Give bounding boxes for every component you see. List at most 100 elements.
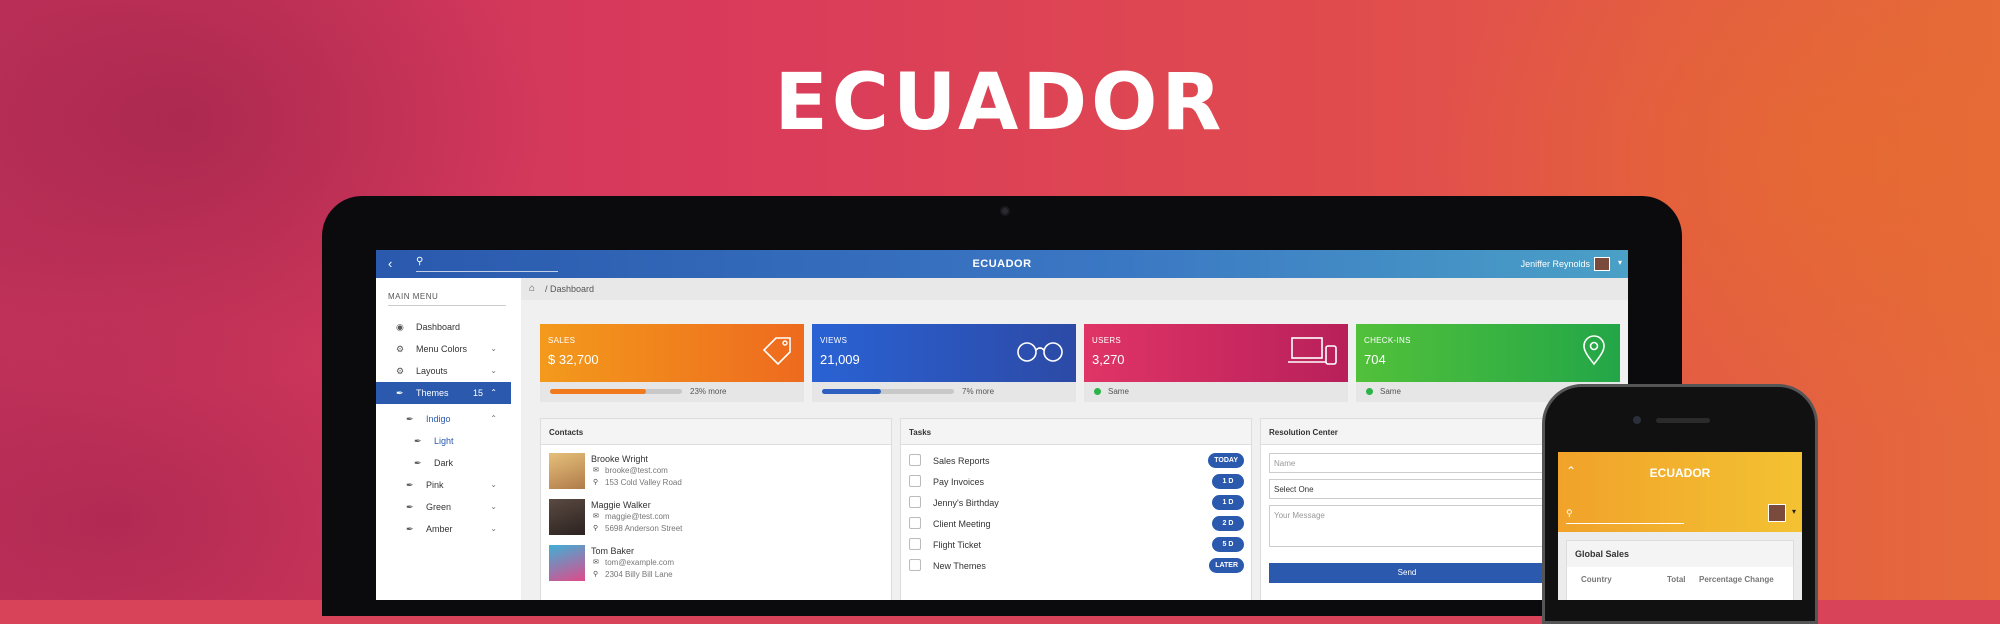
task-item[interactable]: New Themes LATER xyxy=(909,556,1244,576)
devices-icon xyxy=(1288,337,1337,365)
sidebar-item-pink[interactable]: ✒ Pink ⌄ xyxy=(376,474,511,496)
task-checkbox[interactable] xyxy=(909,496,921,508)
breadcrumb: ⌂ / Dashboard xyxy=(521,278,1628,300)
contact-email: brooke@test.com xyxy=(605,466,668,475)
task-checkbox[interactable] xyxy=(909,538,921,550)
map-pin-icon: ⚲ xyxy=(593,525,599,532)
stat-card-views: VIEWS 21,009 xyxy=(812,324,1076,382)
task-badge: LATER xyxy=(1209,558,1244,573)
brush-icon: ✒ xyxy=(406,502,414,512)
task-badge: 1 D xyxy=(1212,474,1244,489)
mail-icon: ✉ xyxy=(593,467,599,474)
sidebar-item-label: Pink xyxy=(426,480,444,490)
contact-name: Tom Baker xyxy=(591,546,635,556)
phone-screen: ⌃ ECUADOR ⚲ ▾ Global Sales Country Total… xyxy=(1558,452,1802,600)
contact-address: 2304 Billy Bill Lane xyxy=(605,570,673,579)
dashboard-icon: ◉ xyxy=(396,322,404,332)
stat-footer-users: Same xyxy=(1084,382,1348,402)
sidebar-item-label: Dark xyxy=(434,458,454,468)
chevron-down-icon: ⌄ xyxy=(490,524,497,533)
task-item[interactable]: Jenny's Birthday 1 D xyxy=(909,493,1244,513)
column-total: Total xyxy=(1667,575,1686,584)
sidebar-item-label: Menu Colors xyxy=(416,344,468,354)
avatar xyxy=(549,453,585,489)
sidebar: MAIN MENU ◉ Dashboard ⚙ Menu Colors ⌄ ⚙ … xyxy=(376,278,521,600)
brush-icon: ✒ xyxy=(406,414,414,424)
stat-footer-text: 7% more xyxy=(962,387,995,396)
resolution-panel: Resolution Center Name Select One Your M… xyxy=(1260,418,1560,600)
contact-name: Brooke Wright xyxy=(591,454,648,464)
avatar[interactable] xyxy=(1768,504,1786,522)
laptop-camera xyxy=(1000,206,1010,216)
task-badge: 2 D xyxy=(1212,516,1244,531)
task-badge: TODAY xyxy=(1208,453,1244,468)
task-name: Client Meeting xyxy=(933,519,991,529)
stat-value: 3,270 xyxy=(1092,352,1125,367)
stat-footer-text: Same xyxy=(1108,387,1129,396)
sidebar-item-label: Themes xyxy=(416,388,449,398)
sidebar-item-dashboard[interactable]: ◉ Dashboard xyxy=(376,316,511,338)
task-checkbox[interactable] xyxy=(909,454,921,466)
select-dropdown[interactable]: Select One xyxy=(1269,479,1545,499)
task-item[interactable]: Client Meeting 2 D xyxy=(909,514,1244,534)
top-navbar: ‹ ⚲ ECUADOR Jeniffer Reynolds ▾ xyxy=(376,250,1628,278)
task-checkbox[interactable] xyxy=(909,559,921,571)
message-textarea[interactable]: Your Message xyxy=(1269,505,1545,547)
task-checkbox[interactable] xyxy=(909,475,921,487)
chevron-down-icon[interactable]: ▾ xyxy=(1792,507,1796,516)
sidebar-item-light[interactable]: ✒ Light xyxy=(376,430,511,452)
sidebar-item-label: Light xyxy=(434,436,454,446)
sidebar-item-layouts[interactable]: ⚙ Layouts ⌄ xyxy=(376,360,511,382)
gear-icon: ⚙ xyxy=(396,344,405,354)
chevron-down-icon[interactable]: ▾ xyxy=(1618,258,1622,267)
stat-label: USERS xyxy=(1092,336,1122,345)
panel-title: Global Sales xyxy=(1567,541,1793,567)
user-name[interactable]: Jeniffer Reynolds xyxy=(1521,259,1590,269)
contact-name: Maggie Walker xyxy=(591,500,651,510)
phone-search-input[interactable]: ⚲ xyxy=(1566,508,1684,524)
send-button[interactable]: Send xyxy=(1269,563,1545,583)
map-pin-icon: ⚲ xyxy=(593,479,599,486)
sidebar-item-amber[interactable]: ✒ Amber ⌄ xyxy=(376,518,511,540)
task-name: Flight Ticket xyxy=(933,540,982,550)
task-badge: 5 D xyxy=(1212,537,1244,552)
brush-icon: ✒ xyxy=(414,458,422,468)
avatar[interactable] xyxy=(1594,257,1610,271)
contact-address: 153 Cold Valley Road xyxy=(605,478,682,487)
task-badge: 1 D xyxy=(1212,495,1244,510)
task-item[interactable]: Sales Reports TODAY xyxy=(909,451,1244,471)
home-icon[interactable]: ⌂ xyxy=(529,283,535,294)
global-sales-card: Global Sales Country Total Percentage Ch… xyxy=(1566,540,1794,600)
task-name: Pay Invoices xyxy=(933,477,985,487)
glasses-icon xyxy=(1017,342,1063,362)
chevron-up-icon: ⌃ xyxy=(490,388,497,397)
chevron-up-icon: ⌃ xyxy=(490,414,497,423)
panel-title: Contacts xyxy=(541,419,891,445)
tasks-panel: Tasks Sales Reports TODAY Pay Invoices 1 D… xyxy=(900,418,1252,600)
progress-fill xyxy=(822,389,882,394)
name-input[interactable]: Name xyxy=(1269,453,1545,473)
column-percentage-change: Percentage Change xyxy=(1699,575,1774,584)
contact-item[interactable]: Brooke Wright ✉ brooke@test.com ⚲ 153 Co… xyxy=(549,453,879,499)
sidebar-item-label: Amber xyxy=(426,524,453,534)
task-name: Sales Reports xyxy=(933,456,990,466)
flag-icon xyxy=(1583,593,1597,600)
stat-label: VIEWS xyxy=(820,336,848,345)
phone-app-title: ECUADOR xyxy=(1649,466,1711,480)
panel-title: Resolution Center xyxy=(1261,419,1559,445)
sidebar-item-menu-colors[interactable]: ⚙ Menu Colors ⌄ xyxy=(376,338,511,360)
task-item[interactable]: Flight Ticket 5 D xyxy=(909,535,1244,555)
task-item[interactable]: Pay Invoices 1 D xyxy=(909,472,1244,492)
contact-item[interactable]: Tom Baker ✉ tom@example.com ⚲ 2304 Billy… xyxy=(549,545,879,591)
contact-item[interactable]: Maggie Walker ✉ maggie@test.com ⚲ 5698 A… xyxy=(549,499,879,545)
task-checkbox[interactable] xyxy=(909,517,921,529)
sidebar-item-indigo[interactable]: ✒ Indigo ⌃ xyxy=(376,408,511,430)
sidebar-item-label: Dashboard xyxy=(416,322,461,332)
divider xyxy=(388,305,506,306)
sidebar-item-themes[interactable]: ✒ Themes 15 ⌃ xyxy=(376,382,511,404)
sidebar-item-green[interactable]: ✒ Green ⌄ xyxy=(376,496,511,518)
stat-value: 21,009 xyxy=(820,352,860,367)
column-country: Country xyxy=(1581,575,1612,584)
sidebar-item-dark[interactable]: ✒ Dark xyxy=(376,452,511,474)
task-name: New Themes xyxy=(933,561,986,571)
